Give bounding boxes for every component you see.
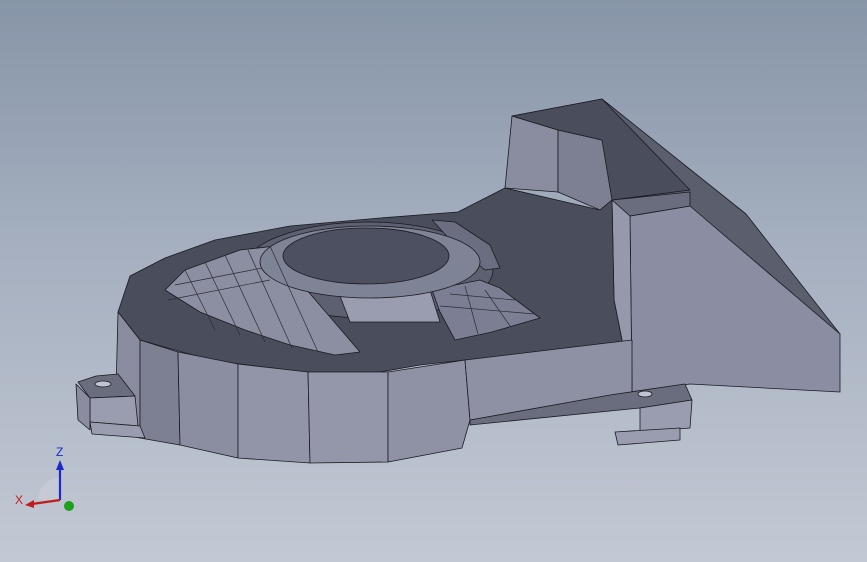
cad-model[interactable] xyxy=(0,0,867,562)
left-tab-hole xyxy=(94,380,112,388)
z-axis-arrow-icon xyxy=(56,460,64,470)
front-wall-face-4 xyxy=(237,363,311,464)
front-wall-face-5 xyxy=(307,371,389,464)
front-wall-face-3 xyxy=(177,351,239,459)
front-wall-face-2 xyxy=(139,339,181,446)
orientation-triad[interactable]: Z X xyxy=(10,440,85,520)
x-axis-label: X xyxy=(15,493,23,507)
right-tab-foot xyxy=(614,427,681,446)
triad-shading xyxy=(38,478,60,500)
x-axis-arrow-icon xyxy=(25,500,34,508)
x-axis xyxy=(31,498,61,506)
z-axis-label: Z xyxy=(56,445,63,459)
left-tab-front xyxy=(89,395,139,427)
y-axis-icon xyxy=(64,501,74,511)
front-wall-face-6 xyxy=(387,359,471,463)
right-tab-hole xyxy=(637,390,653,398)
hub-face xyxy=(282,227,450,285)
graphics-viewport[interactable]: Z X xyxy=(0,0,867,562)
